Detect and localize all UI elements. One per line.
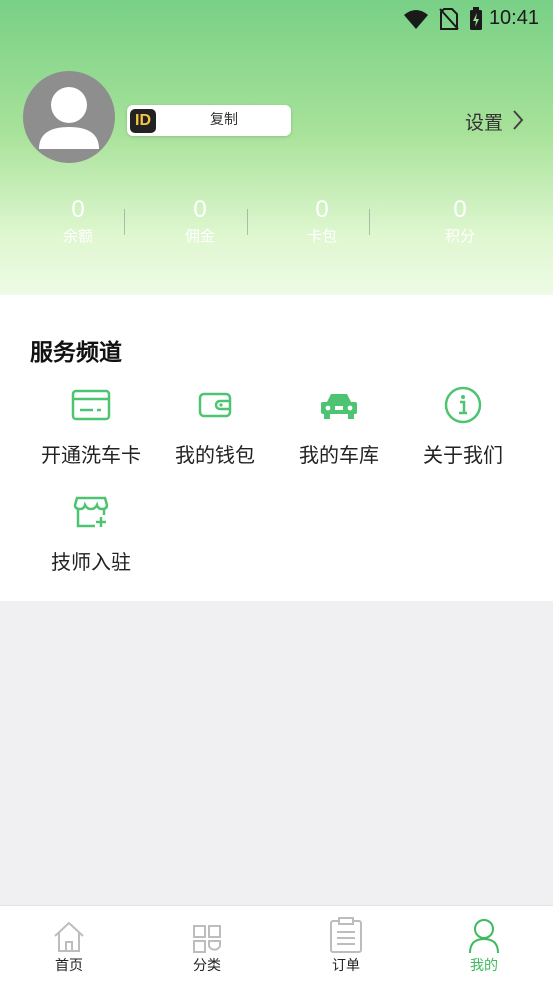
- no-sim-icon: [439, 8, 459, 30]
- settings-button[interactable]: 设置: [465, 108, 525, 135]
- profile-header: 10:41 ID 复制 设置 0 余额 0 佣金 0 卡包 0 积分: [0, 0, 553, 295]
- stat-divider: [247, 209, 248, 235]
- service-item-label: 关于我们: [423, 443, 503, 467]
- service-channel-section: 服务频道 开通洗车卡 我的钱包 我的车库 关于我们 技师入驻: [0, 295, 553, 601]
- stat-label: 佣金: [184, 227, 215, 245]
- bottom-tab-bar: 首页 分类 订单 我的: [0, 905, 553, 983]
- chevron-right-icon: [511, 109, 525, 135]
- stat-balance[interactable]: 0 余额: [23, 195, 133, 247]
- status-bar: 10:41: [0, 0, 553, 38]
- car-icon: [269, 383, 409, 427]
- service-item-garage[interactable]: 我的车库: [269, 383, 409, 468]
- card-icon: [21, 383, 161, 427]
- tab-category[interactable]: 分类: [138, 906, 276, 983]
- grid-icon: [138, 906, 276, 956]
- tab-home[interactable]: 首页: [0, 906, 138, 983]
- stat-card-wallet[interactable]: 0 卡包: [267, 195, 377, 247]
- section-title: 服务频道: [30, 340, 122, 366]
- wifi-icon: [403, 8, 429, 30]
- stat-value: 0: [193, 196, 207, 223]
- status-time: 10:41: [488, 7, 539, 29]
- avatar[interactable]: [23, 71, 115, 163]
- stat-label: 积分: [444, 227, 475, 245]
- tab-label: 我的: [470, 958, 498, 974]
- service-item-label: 我的钱包: [175, 443, 255, 467]
- user-id-pill: ID 复制: [127, 105, 291, 136]
- tab-orders[interactable]: 订单: [277, 906, 415, 983]
- stat-value: 0: [315, 196, 329, 223]
- service-item-wallet[interactable]: 我的钱包: [145, 383, 285, 468]
- tab-mine[interactable]: 我的: [415, 906, 553, 983]
- stat-value: 0: [453, 196, 467, 223]
- stat-commission[interactable]: 0 佣金: [145, 195, 255, 247]
- user-silhouette-icon: [39, 87, 99, 149]
- store-icon: [21, 490, 161, 534]
- home-icon: [0, 906, 138, 956]
- tab-label: 订单: [332, 958, 360, 974]
- copy-id-button[interactable]: 复制: [157, 105, 291, 136]
- tab-label: 分类: [193, 958, 221, 974]
- wallet-icon: [145, 383, 285, 427]
- user-icon: [415, 906, 553, 956]
- service-item-about-us[interactable]: 关于我们: [393, 383, 533, 468]
- settings-label: 设置: [464, 112, 503, 134]
- service-item-wash-card[interactable]: 开通洗车卡: [21, 383, 161, 468]
- stat-divider: [124, 209, 125, 235]
- stat-value: 0: [71, 196, 85, 223]
- stat-points[interactable]: 0 积分: [405, 195, 515, 247]
- service-item-technician-join[interactable]: 技师入驻: [21, 490, 161, 575]
- stat-divider: [369, 209, 370, 235]
- clipboard-icon: [277, 906, 415, 956]
- service-item-label: 开通洗车卡: [41, 443, 141, 467]
- stat-label: 卡包: [306, 227, 337, 245]
- battery-icon: [469, 7, 483, 31]
- info-icon: [393, 383, 533, 427]
- stats-row: 0 余额 0 佣金 0 卡包 0 积分: [0, 195, 553, 255]
- service-item-label: 技师入驻: [51, 550, 131, 574]
- service-item-label: 我的车库: [299, 443, 379, 467]
- stat-label: 余额: [62, 227, 93, 245]
- id-badge: ID: [130, 109, 156, 133]
- tab-label: 首页: [55, 958, 83, 974]
